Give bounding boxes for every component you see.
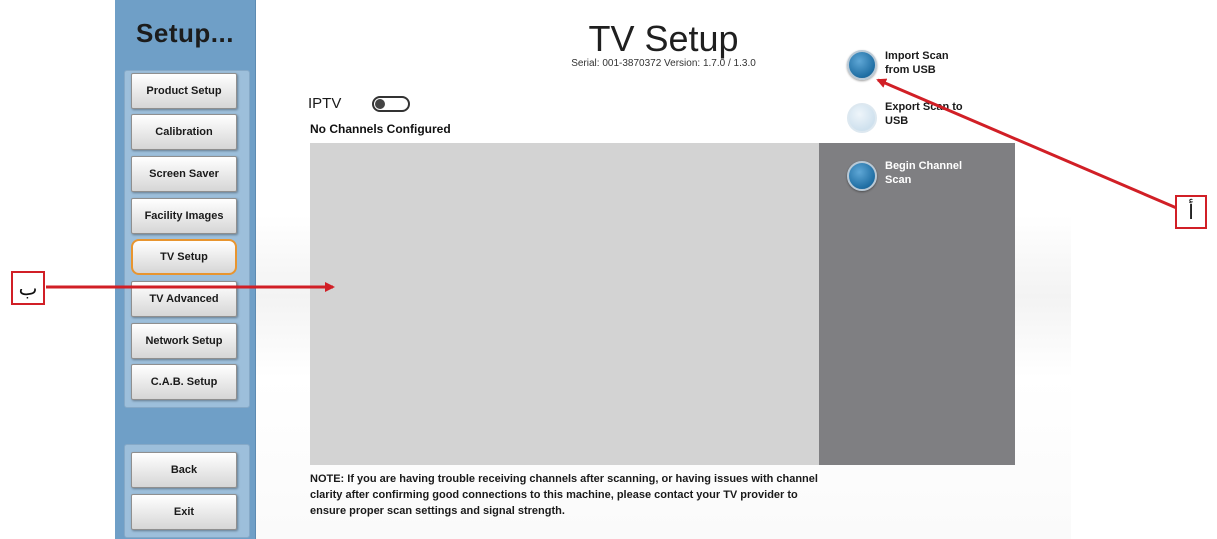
callout-arrow-a [876, 78, 1187, 214]
callout-arrows [46, 78, 1187, 292]
callout-label-b: ب [11, 271, 45, 305]
callout-label-a: أ [1175, 195, 1207, 229]
